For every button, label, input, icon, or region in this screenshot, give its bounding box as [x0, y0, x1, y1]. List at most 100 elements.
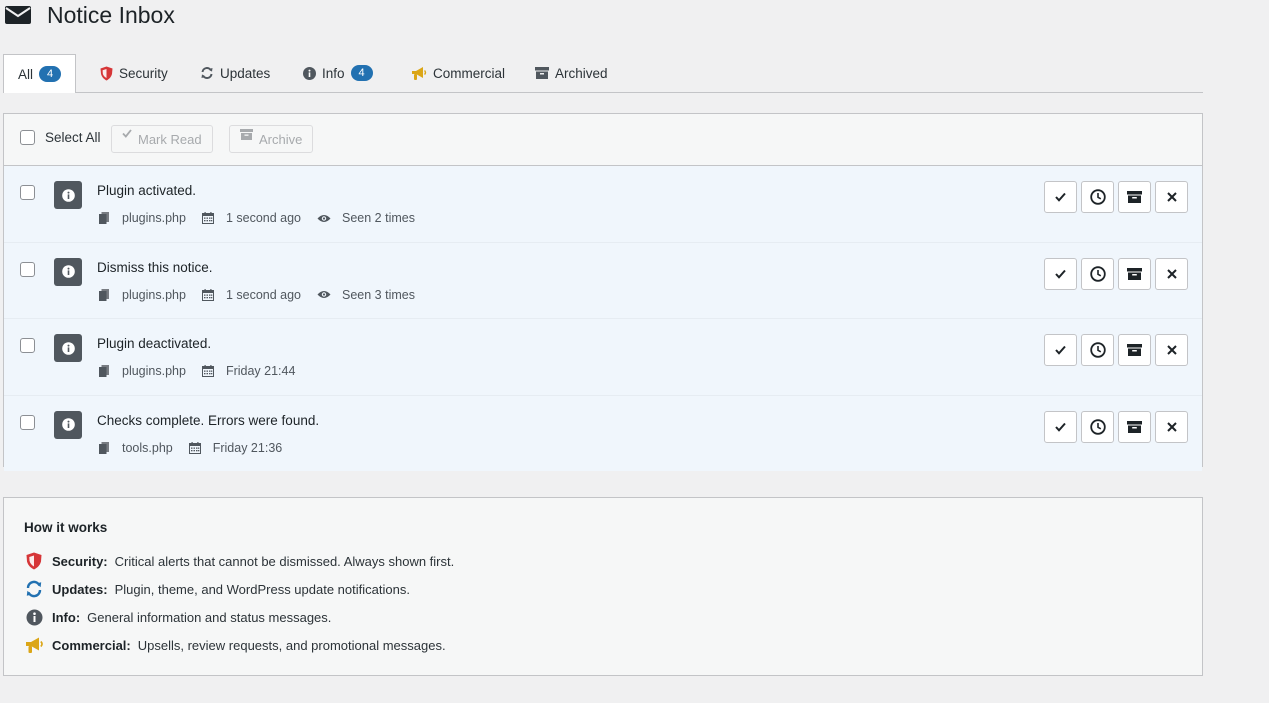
- mark-read-action-button[interactable]: [1044, 334, 1077, 366]
- snooze-button[interactable]: [1081, 181, 1114, 213]
- notice-row: Checks complete. Errors were found. tool…: [4, 395, 1202, 471]
- file-icon: [99, 288, 115, 301]
- checkmark-icon: [1055, 345, 1066, 355]
- notice-meta: tools.php Friday 21:36: [99, 441, 298, 455]
- tab-updates[interactable]: Updates: [200, 54, 270, 92]
- time-text: Friday 21:36: [212, 440, 283, 455]
- notice-checkbox[interactable]: [20, 338, 35, 353]
- legend-text: Upsells, review requests, and promotiona…: [137, 637, 446, 653]
- notice-checkbox[interactable]: [20, 185, 35, 200]
- calendar-icon: [201, 365, 220, 377]
- meta-seen: Seen 3 times: [317, 288, 415, 302]
- calendar-icon: [188, 441, 207, 454]
- snooze-button[interactable]: [1081, 410, 1114, 443]
- mark-read-action-button[interactable]: [1044, 181, 1077, 213]
- archive-action-button[interactable]: [1118, 410, 1151, 443]
- tab-label: Commercial: [433, 65, 506, 81]
- file-name: plugins.php: [122, 287, 186, 302]
- mark-read-action-button[interactable]: [1044, 410, 1077, 443]
- legend-updates: Updates: Plugin, theme, and WordPress up…: [24, 579, 410, 599]
- legend-label: Updates:: [52, 581, 108, 597]
- notice-message: Plugin deactivated.: [97, 336, 212, 351]
- meta-file: tools.php: [99, 441, 173, 455]
- notice-message: Plugin activated.: [97, 183, 197, 198]
- file-name: plugins.php: [122, 364, 186, 378]
- select-all[interactable]: Select All: [20, 130, 101, 145]
- seen-text: Seen 2 times: [342, 211, 415, 225]
- mark-read-label: Mark Read: [138, 131, 202, 147]
- time-text: 1 second ago: [225, 287, 302, 302]
- tab-commercial[interactable]: Commercial: [411, 54, 505, 92]
- bulk-toolbar: Select All Mark Read Archive: [4, 114, 1202, 166]
- checkmark-icon: [122, 129, 132, 138]
- info-icon: [54, 257, 82, 286]
- notice-checkbox[interactable]: [20, 414, 35, 430]
- dismiss-button[interactable]: [1155, 181, 1188, 213]
- archive-icon: [1127, 267, 1142, 280]
- notice-actions: [1040, 181, 1188, 213]
- close-icon: [1166, 345, 1177, 355]
- notice-row: Plugin deactivated. plugins.php Friday 2…: [4, 319, 1202, 396]
- legend-text: General information and status messages.: [87, 609, 332, 625]
- legend-commercial: Commercial: Upsells, review requests, an…: [24, 635, 446, 655]
- meta-seen: Seen 2 times: [317, 211, 415, 225]
- time-text: 1 second ago: [225, 211, 302, 225]
- tab-label: All: [18, 66, 34, 82]
- dismiss-button[interactable]: [1155, 334, 1188, 366]
- snooze-button[interactable]: [1081, 257, 1114, 290]
- archive-button[interactable]: Archive: [229, 125, 314, 153]
- mark-read-button[interactable]: Mark Read: [111, 125, 213, 153]
- notice-actions: [1040, 257, 1188, 290]
- archive-icon: [1127, 344, 1142, 356]
- archive-icon: [535, 67, 549, 79]
- meta-time: Friday 21:36: [188, 440, 283, 455]
- legend-label: Info:: [52, 609, 81, 625]
- tab-archived[interactable]: Archived: [535, 54, 608, 92]
- archive-icon: [1127, 420, 1142, 433]
- notice-actions: [1040, 410, 1188, 443]
- update-icon: [200, 66, 214, 80]
- checkmark-icon: [1055, 269, 1066, 279]
- clock-icon: [1089, 342, 1106, 358]
- legend-security: Security: Critical alerts that cannot be…: [24, 551, 454, 571]
- info-icon: [24, 607, 44, 627]
- meta-time: 1 second ago: [201, 287, 302, 302]
- info-icon: [54, 410, 82, 439]
- checkmark-icon: [1055, 422, 1066, 432]
- meta-file: plugins.php: [99, 288, 186, 302]
- tab-info[interactable]: Info 4: [303, 54, 373, 92]
- archive-action-button[interactable]: [1118, 181, 1151, 213]
- archive-action-button[interactable]: [1118, 257, 1151, 290]
- dismiss-button[interactable]: [1155, 257, 1188, 290]
- notice-checkbox[interactable]: [20, 261, 35, 277]
- archive-action-button[interactable]: [1118, 334, 1151, 366]
- shield-icon: [100, 66, 113, 81]
- notice-row: Plugin activated. plugins.php 1 second a…: [4, 166, 1202, 243]
- how-it-works-title: How it works: [24, 520, 108, 535]
- clock-icon: [1089, 418, 1106, 435]
- megaphone-icon: [24, 635, 44, 655]
- calendar-icon: [201, 212, 220, 224]
- legend-info: Info: General information and status mes…: [24, 607, 331, 627]
- select-all-checkbox[interactable]: [20, 130, 35, 145]
- archive-icon: [240, 129, 253, 140]
- envelope-icon: [5, 6, 31, 24]
- tab-label: Info: [322, 65, 345, 81]
- dismiss-button[interactable]: [1155, 410, 1188, 443]
- file-icon: [99, 441, 115, 454]
- file-name: tools.php: [122, 440, 173, 455]
- file-icon: [99, 212, 115, 224]
- notice-list-panel: Select All Mark Read Archive Plugin acti…: [3, 113, 1203, 471]
- tab-all[interactable]: All 4: [3, 54, 77, 93]
- notice-row: Dismiss this notice. plugins.php 1 secon…: [4, 242, 1202, 319]
- tab-label: Updates: [220, 65, 271, 81]
- meta-time: 1 second ago: [201, 211, 302, 225]
- tab-security[interactable]: Security: [100, 54, 168, 92]
- snooze-button[interactable]: [1081, 334, 1114, 366]
- file-icon: [99, 365, 115, 377]
- mark-read-action-button[interactable]: [1044, 257, 1077, 290]
- info-icon: [54, 181, 82, 209]
- archive-label: Archive: [259, 131, 303, 147]
- shield-icon: [24, 551, 44, 571]
- seen-text: Seen 3 times: [342, 287, 415, 302]
